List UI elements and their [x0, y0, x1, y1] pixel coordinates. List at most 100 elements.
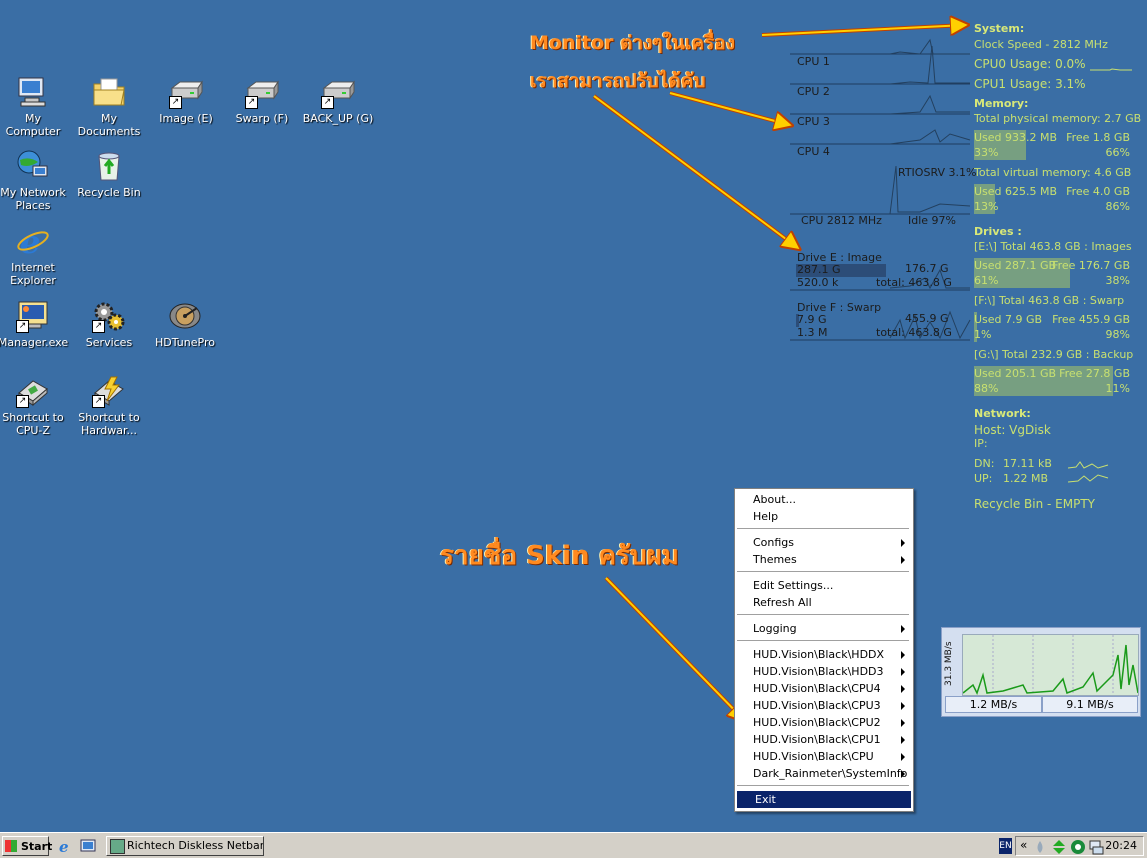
desktop-icon-label: Image (E)	[159, 112, 213, 125]
menu-item-themes[interactable]: Themes	[735, 551, 911, 568]
desktop-icon-swarp-f[interactable]: ↗ Swarp (F)	[225, 74, 299, 125]
desktop-icon-my-documents[interactable]: My Documents	[72, 74, 146, 138]
menu-item-label: HUD.Vision\Black\CPU3	[753, 699, 881, 712]
taskbar-window-label: Richtech Diskless Netbar ...	[127, 839, 264, 852]
drive-icon: ↗	[320, 74, 356, 110]
hardware-icon: ↗	[91, 373, 127, 409]
network-meter-down: 1.2 MB/s	[945, 696, 1042, 713]
virtual-memory-free-pct: 86%	[1105, 200, 1130, 213]
menu-item-logging[interactable]: Logging	[735, 620, 911, 637]
cpu-graph-label: CPU 2	[797, 85, 830, 98]
submenu-arrow-icon	[901, 668, 905, 676]
desktop-icon-hardware[interactable]: ↗ Shortcut to Hardwar...	[72, 373, 146, 437]
taskbar: Start e Richtech Diskless Netbar ... EN …	[0, 832, 1147, 858]
network-host: Host: VgDisk	[974, 423, 1051, 437]
drive-e-rate: 520.0 k	[797, 276, 839, 289]
arrow-to-drive-e	[593, 95, 798, 248]
desktop-icon-label: My Network Places	[0, 186, 66, 212]
shortcut-arrow-icon: ↗	[169, 96, 182, 109]
menu-item-label: HUD.Vision\Black\CPU4	[753, 682, 881, 695]
drive-e-used-info: Used 287.1 GB	[974, 259, 1057, 272]
start-label: Start	[21, 840, 53, 853]
physical-memory-total: Total physical memory: 2.7 GB	[974, 112, 1142, 125]
menu-item-skin[interactable]: HUD.Vision\Black\CPU2	[735, 714, 911, 731]
language-indicator[interactable]: EN	[999, 838, 1012, 854]
cpu0-usage: CPU0 Usage: 0.0%	[974, 57, 1086, 71]
desktop-icon-manager-exe[interactable]: ↗ Manager.exe	[0, 298, 70, 349]
drives-header: Drives :	[974, 225, 1022, 238]
desktop-icon-image-e[interactable]: ↗ Image (E)	[149, 74, 223, 125]
start-button[interactable]: Start	[2, 836, 53, 856]
tray-network-icon[interactable]	[1088, 839, 1104, 855]
tray-expand-chevron[interactable]: «	[1020, 838, 1027, 852]
clock-speed: Clock Speed - 2812 MHz	[974, 38, 1108, 51]
desktop-icon-cpu-z[interactable]: ↗ Shortcut to CPU-Z	[0, 373, 70, 437]
windows-flag-icon	[5, 840, 17, 852]
hdtunepro-icon	[167, 298, 203, 334]
drive-e-total: total: 463.8 G	[876, 276, 952, 289]
menu-item-edit-settings[interactable]: Edit Settings...	[735, 577, 911, 594]
menu-item-skin[interactable]: HUD.Vision\Black\CPU	[735, 748, 911, 765]
cpu-graph-label: CPU 4	[797, 145, 830, 158]
submenu-arrow-icon	[901, 539, 905, 547]
rainmeter-context-menu: About... Help Configs Themes Edit Settin…	[734, 488, 914, 812]
network-ip: IP:	[974, 437, 988, 450]
desktop-icon-label: Shortcut to CPU-Z	[2, 411, 64, 437]
menu-item-skin[interactable]: HUD.Vision\Black\CPU4	[735, 680, 911, 697]
menu-item-skin[interactable]: Dark_Rainmeter\SystemInfo	[735, 765, 911, 782]
physical-memory-used-pct: 33%	[974, 146, 999, 159]
menu-separator	[737, 614, 909, 616]
menu-item-help[interactable]: Help	[735, 508, 911, 525]
drive-g-total-info: [G:\] Total 232.9 GB : Backup	[974, 348, 1134, 361]
menu-item-skin[interactable]: HUD.Vision\Black\HDDX	[735, 646, 911, 663]
desktop-icon-label: Manager.exe	[0, 336, 69, 349]
desktop-icon-hdtunepro[interactable]: HDTunePro	[148, 298, 222, 349]
menu-item-refresh-all[interactable]: Refresh All	[735, 594, 911, 611]
virtual-memory-used-pct: 13%	[974, 200, 999, 213]
network-places-icon	[15, 148, 51, 184]
submenu-arrow-icon	[901, 770, 905, 778]
tray-green-circle-icon[interactable]	[1070, 839, 1086, 855]
taskbar-clock[interactable]: 20:24	[1105, 839, 1137, 852]
desktop-icon-my-computer[interactable]: My Computer	[0, 74, 70, 138]
menu-item-configs[interactable]: Configs	[735, 534, 911, 551]
tray-drop-icon[interactable]	[1034, 840, 1046, 854]
network-meter-graph	[962, 634, 1139, 696]
menu-item-skin[interactable]: HUD.Vision\Black\CPU3	[735, 697, 911, 714]
physical-memory-free-pct: 66%	[1105, 146, 1130, 159]
drive-f-total: total: 463.8 G	[876, 326, 952, 339]
drive-f-free-info: Free 455.9 GB	[1052, 313, 1130, 326]
network-meter-widget[interactable]: 31.3 MB/s 1.2 MB/s 9.1 MB/s	[941, 627, 1141, 717]
menu-item-about[interactable]: About...	[735, 491, 911, 508]
drive-e-free-info: Free 176.7 GB	[1052, 259, 1130, 272]
taskbar-window-button[interactable]: Richtech Diskless Netbar ...	[106, 836, 264, 856]
arrow-to-cpu3	[669, 92, 790, 125]
desktop-icon-label: Recycle Bin	[77, 186, 141, 199]
desktop-icon-my-network-places[interactable]: My Network Places	[0, 148, 70, 212]
menu-item-skin[interactable]: HUD.Vision\Black\CPU1	[735, 731, 911, 748]
tray-updown-icon[interactable]	[1052, 839, 1066, 855]
virtual-memory-total: Total virtual memory: 4.6 GB	[974, 166, 1132, 179]
desktop-icon-internet-explorer[interactable]: e Internet Explorer	[0, 223, 70, 287]
desktop-icon-backup-g[interactable]: ↗ BACK_UP (G)	[301, 74, 375, 125]
memory-header: Memory:	[974, 97, 1029, 110]
submenu-arrow-icon	[901, 702, 905, 710]
menu-item-skin[interactable]: HUD.Vision\Black\HDD3	[735, 663, 911, 680]
drive-f-total-info: [F:\] Total 463.8 GB : Swarp	[974, 294, 1125, 307]
drive-f-used-info: Used 7.9 GB	[974, 313, 1043, 326]
desktop-icon-label: HDTunePro	[155, 336, 215, 349]
network-meter-scale: 31.3 MB/s	[944, 641, 954, 687]
menu-separator	[737, 528, 909, 530]
menu-item-exit[interactable]: Exit	[737, 791, 911, 808]
desktop-icon-label: Swarp (F)	[235, 112, 289, 125]
manager-exe-icon: ↗	[15, 298, 51, 334]
quick-launch-ie-icon[interactable]: e	[58, 838, 74, 854]
arrow-to-system	[761, 25, 966, 36]
cpu-z-icon: ↗	[15, 373, 51, 409]
drive-e-total-info: [E:\] Total 463.8 GB : Images	[974, 240, 1132, 253]
desktop-icon-recycle-bin[interactable]: Recycle Bin	[72, 148, 146, 199]
my-documents-icon	[91, 74, 127, 110]
quick-launch-show-desktop-icon[interactable]	[80, 838, 96, 854]
desktop-icon-services[interactable]: ↗ Services	[72, 298, 146, 349]
drive-e-free: 176.7 G	[905, 262, 949, 275]
